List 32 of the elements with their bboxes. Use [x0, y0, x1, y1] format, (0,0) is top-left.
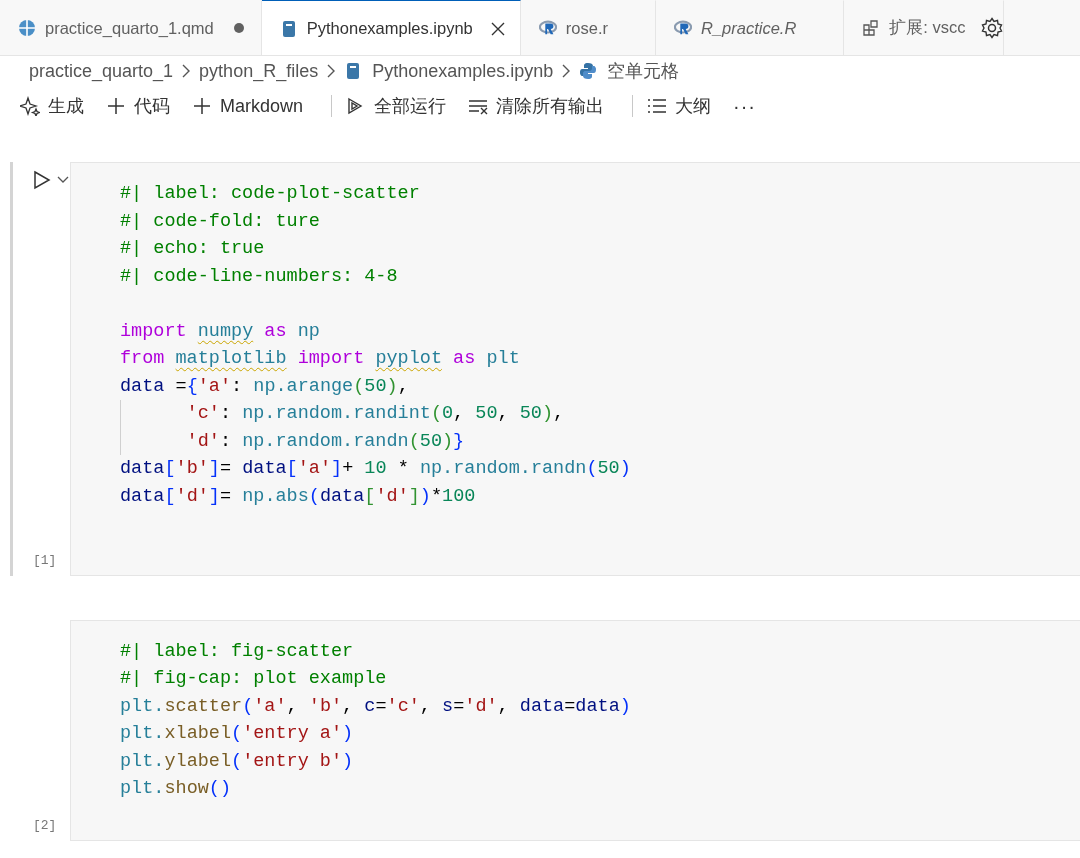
- code-line: plt.scatter('a', 'b', c='c', s='d', data=data): [120, 694, 632, 719]
- code-line: data['d']= np.abs(data['d'])*100: [120, 484, 477, 509]
- toolbar-button[interactable]: 大纲: [647, 94, 724, 118]
- more-actions-button[interactable]: ···: [733, 94, 768, 118]
- code-line: data ={'a': np.arange(50),: [120, 374, 410, 399]
- execution-count: [1]: [32, 552, 58, 568]
- editor-tab[interactable]: Pythonexamples.ipynb: [261, 0, 521, 55]
- code-line: #| echo: true: [120, 237, 266, 261]
- toolbar-button[interactable]: 清除所有输出: [468, 94, 617, 118]
- code-line: from matplotlib import pyplot as plt: [120, 347, 521, 371]
- toolbar-button[interactable]: 全部运行: [346, 94, 459, 118]
- code-line: #| label: fig-scatter: [120, 639, 355, 664]
- code-line: 'd': np.random.randn(50)}: [120, 427, 1080, 455]
- code-line: 'c': np.random.randint(0, 50, 50),: [120, 400, 1080, 428]
- breadcrumb-item[interactable]: Pythonexamples.ipynb: [372, 60, 554, 82]
- code-line: data['b']= data['a']+ 10 * np.random.randn(50): [120, 457, 632, 481]
- toolbar-button[interactable]: Markdown: [192, 95, 316, 117]
- code-line: plt.show(): [120, 777, 233, 801]
- code-line: #| code-line-numbers: 4-8: [120, 264, 399, 289]
- code-line: import numpy as np: [120, 319, 321, 344]
- code-line: #| fig-cap: plot example: [120, 667, 388, 691]
- execution-count: [2]: [32, 817, 58, 833]
- code-cell[interactable]: #| label: fig-scatter #| fig-cap: plot example plt.scatter('a', 'b', c='c', s='d', data=data) plt.xlabel('entry a') plt.ylabel('entry b') plt.show(): [70, 619, 1080, 841]
- breadcrumb-item[interactable]: practice_quarto_1: [29, 60, 174, 82]
- breadcrumb-item[interactable]: python_R_files: [199, 60, 319, 82]
- code-line: plt.xlabel('entry a'): [120, 722, 355, 746]
- toolbar-button[interactable]: 生成: [20, 94, 96, 118]
- code-line: #| code-fold: ture: [120, 209, 321, 234]
- toolbar-button[interactable]: 代码: [106, 94, 182, 118]
- breadcrumb-item[interactable]: 空单元格: [607, 59, 680, 83]
- code-line: plt.ylabel('entry b'): [120, 749, 355, 774]
- code-line: #| label: code-plot-scatter: [120, 182, 421, 206]
